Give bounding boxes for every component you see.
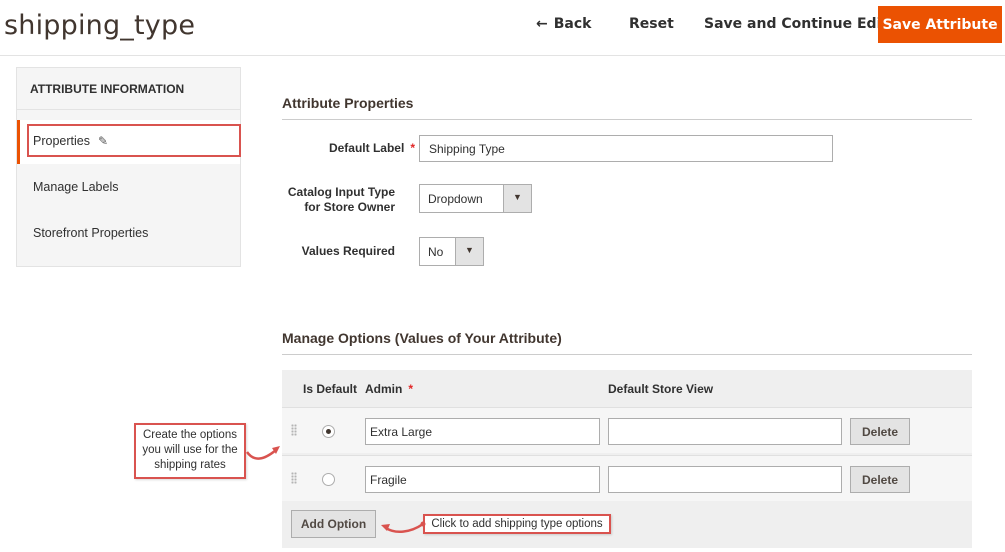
sidebar-item-label: Storefront Properties: [33, 226, 149, 240]
section-divider: [282, 354, 972, 355]
table-row: Extra Large Delete: [282, 407, 972, 453]
callout-arrow-icon: [381, 521, 426, 533]
add-option-button[interactable]: Add Option: [291, 510, 376, 538]
values-required-select[interactable]: No ▼: [419, 237, 484, 266]
required-marker: *: [408, 382, 414, 396]
store-view-input[interactable]: [608, 418, 842, 445]
section-divider: [282, 119, 972, 120]
save-and-continue-button[interactable]: Save and Continue Edit: [704, 16, 888, 32]
required-marker: *: [410, 141, 415, 155]
default-label-input[interactable]: Shipping Type: [419, 135, 833, 162]
column-admin: Admin *: [365, 382, 414, 396]
sidebar: ATTRIBUTE INFORMATION Properties ✎ Manage…: [16, 67, 241, 267]
store-view-input[interactable]: [608, 466, 842, 493]
is-default-radio[interactable]: [322, 425, 335, 438]
sidebar-item-storefront-properties[interactable]: Storefront Properties: [17, 212, 240, 256]
manage-options-title: Manage Options (Values of Your Attribute…: [282, 330, 562, 346]
page-header: shipping_type ← Back Reset Save and Conti…: [0, 0, 1005, 56]
column-is-default: Is Default: [303, 382, 358, 396]
delete-button[interactable]: Delete: [850, 466, 910, 493]
callout-arrow-icon: [245, 446, 280, 460]
create-options-callout: Create the options you will use for the …: [134, 423, 246, 479]
admin-value-input[interactable]: Fragile: [365, 466, 600, 493]
attribute-properties-title: Attribute Properties: [282, 95, 414, 111]
select-value: No: [428, 245, 444, 259]
values-required-label: Values Required: [301, 244, 395, 258]
page-title: shipping_type: [4, 10, 196, 41]
catalog-input-type-select[interactable]: Dropdown ▼: [419, 184, 532, 213]
drag-handle-icon[interactable]: [291, 472, 297, 484]
delete-button[interactable]: Delete: [850, 418, 910, 445]
column-default-store-view: Default Store View: [608, 382, 714, 396]
catalog-input-type-label: Catalog Input Type for Store Owner: [287, 185, 395, 214]
default-label-label: Default Label *: [328, 141, 415, 155]
properties-highlight-box: [27, 124, 241, 157]
drag-handle-icon[interactable]: [291, 424, 297, 436]
is-default-radio[interactable]: [322, 473, 335, 486]
admin-value-input[interactable]: Extra Large: [365, 418, 600, 445]
select-value: Dropdown: [428, 192, 483, 206]
add-option-callout: Click to add shipping type options: [423, 514, 611, 534]
reset-button[interactable]: Reset: [629, 16, 674, 32]
caret-down-icon: ▼: [503, 185, 531, 212]
sidebar-heading: ATTRIBUTE INFORMATION: [17, 68, 240, 110]
caret-down-icon: ▼: [455, 238, 483, 265]
save-attribute-button[interactable]: Save Attribute: [878, 6, 1002, 43]
sidebar-item-manage-labels[interactable]: Manage Labels: [17, 166, 240, 210]
sidebar-item-label: Manage Labels: [33, 180, 119, 194]
back-button[interactable]: ← Back: [536, 16, 591, 32]
back-label: Back: [553, 16, 592, 32]
table-row: Fragile Delete: [282, 455, 972, 501]
arrow-left-icon: ←: [536, 16, 548, 32]
